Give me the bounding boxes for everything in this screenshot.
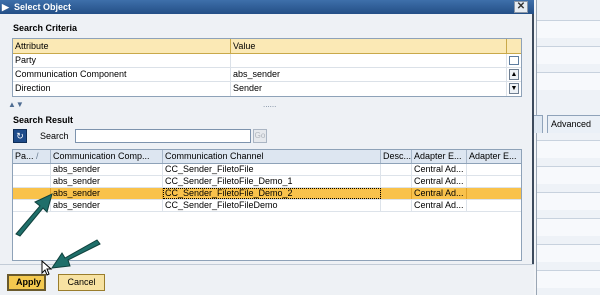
background-application: s Advanced (523, 0, 600, 295)
background-row (537, 140, 600, 158)
scroll-cell: ▲ (507, 68, 521, 81)
collapse-arrows-icon[interactable]: ▲▼ (8, 101, 24, 109)
cell-party (13, 164, 51, 175)
background-row (537, 20, 600, 38)
pane-splitter[interactable]: ▲▼ ...... (8, 101, 528, 109)
background-row (537, 244, 600, 262)
table-row[interactable]: abs_sender CC_Sender_FiletoFile Central … (13, 164, 521, 176)
table-row[interactable]: abs_sender CC_Sender_FiletoFile_Demo_1 C… (13, 176, 521, 188)
splitter-grip[interactable]: ...... (263, 101, 276, 109)
cancel-button[interactable]: Cancel (58, 274, 105, 291)
cell-component: abs_sender (51, 176, 163, 187)
dialog-footer: Apply Cancel (0, 264, 534, 295)
criteria-attribute: Communication Component (13, 68, 231, 81)
select-object-dialog: ▶ Select Object ✕ Search Criteria Attrib… (0, 0, 534, 295)
cell-adapter-engine-2 (467, 188, 521, 199)
cell-channel: CC_Sender_FiletoFileDemo (163, 200, 381, 211)
cell-party (13, 188, 51, 199)
criteria-value-field[interactable]: Sender (231, 82, 507, 96)
background-row (537, 46, 600, 64)
cell-adapter-engine-2 (467, 200, 521, 211)
column-header-attribute[interactable]: Attribute (13, 39, 231, 53)
result-header: Pa... / Communication Comp... Communicat… (13, 150, 521, 164)
cell-adapter-engine: Central Ad... (412, 188, 467, 199)
criteria-value-field[interactable] (231, 54, 507, 67)
criteria-row[interactable]: Direction Sender ▼ (13, 82, 521, 96)
cell-component: abs_sender (51, 164, 163, 175)
cell-party (13, 200, 51, 211)
cell-adapter-engine-2 (467, 176, 521, 187)
search-toolbar: ↻ Search Go (12, 128, 522, 144)
column-header-label: Pa... (15, 151, 34, 161)
cell-party (13, 176, 51, 187)
criteria-header-corner (507, 39, 521, 53)
cell-description (381, 164, 412, 175)
column-header-description[interactable]: Desc... (381, 150, 412, 163)
cell-description (381, 188, 412, 199)
criteria-row[interactable]: Communication Component abs_sender ▲ (13, 68, 521, 82)
criteria-attribute: Party (13, 54, 231, 67)
criteria-value-field[interactable]: abs_sender (231, 68, 507, 81)
cell-description (381, 176, 412, 187)
background-tabs: s Advanced (523, 115, 600, 133)
column-header-communication-channel[interactable]: Communication Channel (163, 150, 381, 163)
scroll-cell: ▼ (507, 82, 521, 96)
cell-adapter-engine: Central Ad... (412, 164, 467, 175)
result-table: Pa... / Communication Comp... Communicat… (12, 149, 522, 261)
go-button[interactable]: Go (253, 129, 267, 143)
cell-channel: CC_Sender_FiletoFile_Demo_2 (163, 188, 381, 199)
cell-adapter-engine: Central Ad... (412, 176, 467, 187)
search-label: Search (40, 131, 69, 141)
background-row (537, 270, 600, 288)
background-tab-advanced[interactable]: Advanced (547, 115, 600, 133)
close-icon[interactable]: ✕ (514, 1, 528, 13)
cell-adapter-engine: Central Ad... (412, 200, 467, 211)
background-row (537, 166, 600, 184)
checkbox[interactable] (509, 56, 519, 65)
background-row (537, 218, 600, 236)
cell-channel: CC_Sender_FiletoFile_Demo_1 (163, 176, 381, 187)
mouse-cursor-icon (41, 260, 53, 276)
column-header-adapter-engine-2[interactable]: Adapter E... (467, 150, 521, 163)
column-header-value[interactable]: Value (231, 39, 507, 53)
background-row (537, 72, 600, 90)
cell-adapter-engine-2 (467, 164, 521, 175)
criteria-checkbox-cell (507, 54, 521, 67)
background-row (537, 192, 600, 210)
scroll-down-icon[interactable]: ▼ (509, 83, 519, 94)
column-header-adapter-engine[interactable]: Adapter E... (412, 150, 467, 163)
sort-indicator-icon: / (36, 151, 39, 161)
criteria-table: Attribute Value Party Communication Comp… (12, 38, 522, 97)
search-result-heading: Search Result (13, 115, 74, 125)
criteria-row[interactable]: Party (13, 54, 521, 68)
search-criteria-heading: Search Criteria (13, 23, 78, 33)
column-header-party[interactable]: Pa... / (13, 150, 51, 163)
cell-component: abs_sender (51, 200, 163, 211)
cell-component: abs_sender (51, 188, 163, 199)
search-input[interactable] (75, 129, 251, 143)
cell-channel: CC_Sender_FiletoFile (163, 164, 381, 175)
sap-icon: ▶ (2, 2, 9, 12)
table-row-selected[interactable]: abs_sender CC_Sender_FiletoFile_Demo_2 C… (13, 188, 521, 200)
dialog-title: Select Object (14, 2, 72, 12)
cell-description (381, 200, 412, 211)
dialog-titlebar[interactable]: ▶ Select Object ✕ (0, 0, 534, 14)
criteria-header: Attribute Value (13, 39, 521, 54)
table-row[interactable]: abs_sender CC_Sender_FiletoFileDemo Cent… (13, 200, 521, 212)
column-header-communication-component[interactable]: Communication Comp... (51, 150, 163, 163)
refresh-icon[interactable]: ↻ (13, 129, 27, 143)
scroll-up-icon[interactable]: ▲ (509, 69, 519, 80)
apply-button[interactable]: Apply (7, 274, 46, 291)
criteria-attribute: Direction (13, 82, 231, 96)
